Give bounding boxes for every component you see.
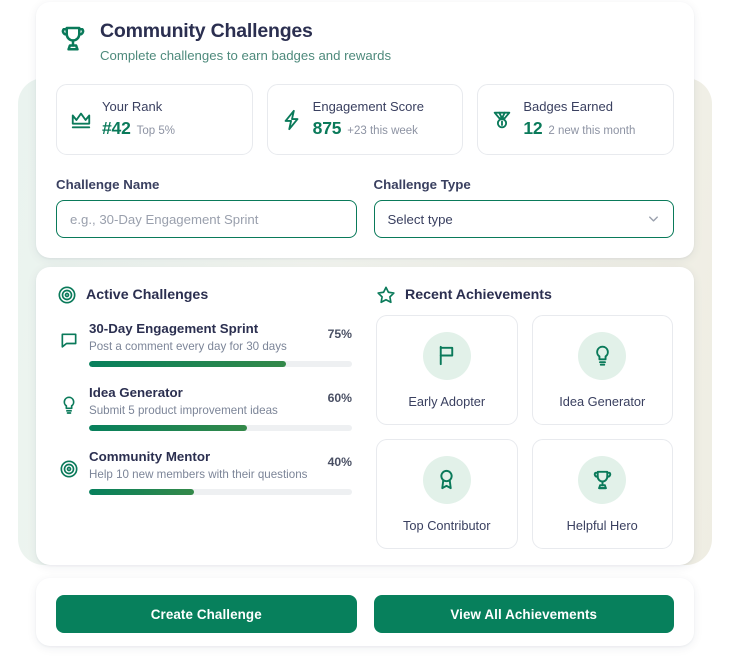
challenge-percent: 75% [327, 327, 352, 341]
view-all-achievements-button[interactable]: View All Achievements [373, 595, 674, 633]
stat-card-your-rank: Your Rank #42 Top 5% [56, 84, 253, 155]
stat-card-engagement-score: Engagement Score 875 +23 this week [266, 84, 464, 155]
challenge-type-selected-value: Select type [387, 211, 453, 227]
active-challenges-title: Active Challenges [86, 287, 209, 303]
medal-icon [491, 109, 513, 131]
achievement-card[interactable]: Idea Generator [531, 315, 673, 425]
challenge-item[interactable]: 30-Day Engagement Sprint Post a comment … [57, 315, 352, 379]
challenge-name: Idea Generator [89, 385, 183, 401]
trophy-icon [58, 23, 88, 53]
comment-icon [59, 331, 79, 351]
stat-note: +23 this week [347, 124, 418, 137]
recent-achievements-header: Recent Achievements [376, 285, 552, 305]
challenge-type-select[interactable]: Select type [373, 200, 674, 238]
challenges-overview-card: Community Challenges Complete challenges… [36, 2, 694, 258]
challenge-description: Post a comment every day for 30 days [89, 339, 287, 353]
actions-row: Create Challenge View All Achievements [56, 595, 674, 633]
stat-label: Badges Earned [523, 99, 613, 115]
challenge-name-label: Challenge Name [56, 177, 160, 192]
achievement-label: Idea Generator [559, 393, 646, 409]
challenge-progress-track [89, 361, 352, 368]
achievement-label: Early Adopter [408, 393, 486, 409]
challenge-type-field: Challenge Type Select type [373, 177, 674, 238]
stat-label: Engagement Score [312, 99, 424, 115]
create-challenge-button[interactable]: Create Challenge [56, 595, 357, 633]
lightning-icon [281, 109, 303, 131]
achievement-card[interactable]: Top Contributor [376, 439, 518, 549]
challenge-item[interactable]: Idea Generator Submit 5 product improvem… [57, 379, 352, 443]
stat-note: 2 new this month [548, 124, 636, 137]
stat-value: 875 [312, 117, 342, 138]
challenge-progress-fill [89, 361, 287, 368]
target-icon [57, 285, 77, 305]
stat-card-badges-earned: Badges Earned 12 2 new this month [477, 84, 675, 155]
page-title: Community Challenges [100, 20, 313, 42]
lightbulb-icon [59, 395, 79, 415]
achievement-label: Top Contributor [403, 517, 491, 533]
page-subtitle: Complete challenges to earn badges and r… [100, 48, 392, 64]
challenge-name: 30-Day Engagement Sprint [89, 321, 259, 336]
challenge-progress-fill [89, 425, 247, 432]
challenge-type-label: Challenge Type [373, 177, 471, 192]
stat-note: Top 5% [136, 124, 175, 137]
challenge-name: Community Mentor [89, 449, 211, 465]
challenges-achievements-card: Active Challenges Recent Achievements 30… [36, 267, 694, 565]
flag-icon [422, 331, 471, 380]
stat-label: Your Rank [102, 99, 163, 115]
challenge-progress-track [89, 489, 352, 496]
star-icon [376, 285, 396, 305]
lightbulb-icon [578, 331, 627, 380]
challenge-form: Challenge Name Challenge Type Select typ… [56, 177, 674, 238]
active-challenges-list: 30-Day Engagement Sprint Post a comment … [57, 315, 352, 507]
crown-icon [70, 109, 92, 131]
active-challenges-header: Active Challenges [57, 285, 208, 305]
achievement-card[interactable]: Helpful Hero [531, 439, 673, 549]
target-icon [59, 459, 79, 479]
challenge-description: Submit 5 product improvement ideas [89, 403, 278, 417]
challenge-name-input[interactable] [56, 200, 357, 238]
stat-value: #42 [102, 117, 131, 138]
challenge-progress-fill [89, 489, 195, 496]
award-icon [422, 455, 471, 504]
recent-achievements-grid: Early Adopter Idea Generator Top Contrib… [376, 315, 673, 549]
trophy-icon [578, 455, 627, 504]
app-root: Community Challenges Complete challenges… [0, 0, 730, 670]
recent-achievements-title: Recent Achievements [405, 287, 552, 303]
challenge-percent: 40% [327, 455, 352, 470]
challenge-progress-track [89, 425, 352, 432]
page-header: Community Challenges Complete challenges… [58, 20, 391, 64]
stats-row: Your Rank #42 Top 5% Engagement Score 87… [56, 84, 675, 155]
challenge-name-field: Challenge Name [56, 177, 357, 238]
stat-value: 12 [523, 117, 543, 138]
achievement-label: Helpful Hero [566, 517, 638, 533]
challenge-item[interactable]: Community Mentor Help 10 new members wit… [57, 443, 352, 507]
achievement-card[interactable]: Early Adopter [376, 315, 518, 425]
challenge-description: Help 10 new members with their questions [89, 467, 308, 481]
challenge-percent: 60% [327, 391, 352, 406]
actions-card: Create Challenge View All Achievements [36, 578, 694, 646]
chevron-down-icon [646, 212, 661, 227]
